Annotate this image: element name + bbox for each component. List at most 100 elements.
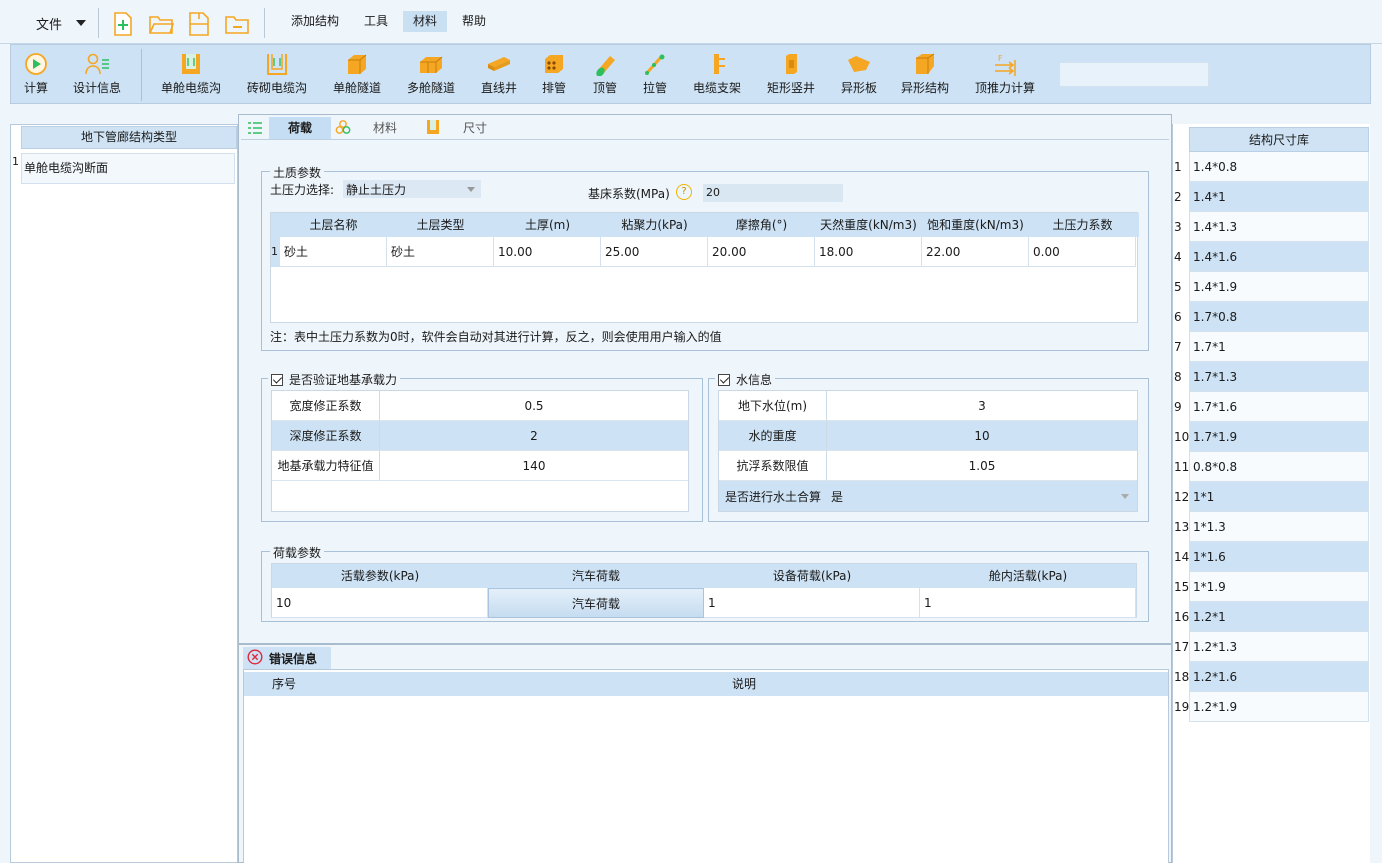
soil-cell[interactable]: 砂土	[387, 237, 494, 267]
size-library-item[interactable]: 1.7*1.3	[1189, 362, 1369, 392]
water-value[interactable]: 3	[827, 391, 1137, 421]
size-library-item[interactable]: 1.4*1.6	[1189, 242, 1369, 272]
size-library-item[interactable]: 1*1.6	[1189, 542, 1369, 572]
size-library-item[interactable]: 1*1.9	[1189, 572, 1369, 602]
soil-cell[interactable]: 0.00	[1029, 237, 1136, 267]
tab-load[interactable]: 荷载	[269, 117, 331, 139]
size-library-item[interactable]: 1.4*1.3	[1189, 212, 1369, 242]
vehicle-load-button[interactable]: 汽车荷载	[488, 588, 704, 618]
tab-materials[interactable]: 材料	[373, 117, 397, 139]
earth-pressure-value: 静止土压力	[346, 182, 407, 197]
help-icon[interactable]: ?	[676, 184, 692, 200]
bearing-checkbox[interactable]	[271, 373, 283, 386]
soil-cell[interactable]: 18.00	[815, 237, 922, 267]
row-number: 7	[1174, 340, 1182, 354]
row-number: 18	[1174, 670, 1190, 684]
size-library-item[interactable]: 1.2*1.6	[1189, 662, 1369, 692]
col-header: 天然重度(kN/m3)	[815, 213, 922, 237]
single-tunnel-button[interactable]: 单舱隧道	[329, 51, 385, 99]
open-folder-icon[interactable]	[148, 11, 174, 37]
error-panel: 错误信息 序号 说明	[238, 644, 1172, 863]
menu-add-structure[interactable]: 添加结构	[281, 11, 349, 32]
water-combine-label: 是否进行水土合算	[725, 489, 822, 504]
jacking-pipe-button[interactable]: 顶管	[589, 51, 621, 99]
rect-shaft-button[interactable]: 矩形竖井	[763, 51, 819, 99]
soil-cell[interactable]: 10.00	[494, 237, 601, 267]
bed-coefficient-label: 基床系数(MPa)	[588, 187, 670, 201]
multi-tunnel-label: 多舱隧道	[406, 81, 455, 95]
push-force-calc-button[interactable]: F 顶推力计算	[971, 51, 1039, 99]
single-tunnel-label: 单舱隧道	[332, 81, 381, 95]
size-library-item[interactable]: 1.4*1.9	[1189, 272, 1369, 302]
bearing-value[interactable]: 0.5	[380, 391, 688, 421]
cable-bracket-button[interactable]: 电缆支架	[689, 51, 745, 99]
structure-type-row[interactable]: 单舱电缆沟断面	[21, 153, 235, 184]
size-library-item[interactable]: 1.7*1.9	[1189, 422, 1369, 452]
load-editor-panel: 荷载 材料 尺寸 土质参数 土压力选择: 静止土压力 基床系数(MPa) ? 2…	[238, 114, 1172, 644]
design-info-button[interactable]: 设计信息	[69, 51, 125, 99]
special-structure-button[interactable]: 异形结构	[897, 51, 953, 99]
water-label: 水的重度	[719, 421, 827, 451]
soil-cell[interactable]: 砂土	[280, 237, 387, 267]
new-file-icon[interactable]	[110, 11, 136, 37]
live-load-cell[interactable]: 10	[272, 588, 488, 618]
size-library-item[interactable]: 1.7*1.6	[1189, 392, 1369, 422]
water-label: 抗浮系数限值	[719, 451, 827, 481]
special-slab-button[interactable]: 异形板	[837, 51, 881, 99]
pipe-icon	[592, 51, 618, 77]
soil-cell[interactable]: 20.00	[708, 237, 815, 267]
error-icon	[247, 648, 263, 668]
size-library-item[interactable]: 1.2*1.9	[1189, 692, 1369, 722]
menu-help[interactable]: 帮助	[452, 11, 496, 32]
structure-type-header: 地下管廊结构类型	[21, 126, 237, 149]
file-menu-label: 文件	[36, 17, 63, 33]
bearing-value[interactable]: 140	[380, 451, 688, 481]
row-number: 11	[1174, 460, 1190, 474]
water-combine-select[interactable]: 是否进行水土合算 是	[719, 481, 1137, 511]
file-menu[interactable]: 文件	[36, 12, 87, 34]
size-library-item[interactable]: 1.2*1.3	[1189, 632, 1369, 662]
pull-pipe-button[interactable]: 拉管	[639, 51, 671, 99]
size-library-item[interactable]: 0.8*0.8	[1189, 452, 1369, 482]
water-value[interactable]: 10	[827, 421, 1137, 451]
size-library-item[interactable]: 1*1	[1189, 482, 1369, 512]
ribbon-search-input[interactable]	[1059, 62, 1209, 87]
single-cable-trench-button[interactable]: 单舱电缆沟	[157, 51, 225, 99]
close-folder-icon[interactable]	[224, 11, 250, 37]
water-checkbox[interactable]	[718, 373, 730, 386]
soil-cell[interactable]: 22.00	[922, 237, 1029, 267]
soil-cell[interactable]: 25.00	[601, 237, 708, 267]
pipe-bank-button[interactable]: 排管	[537, 51, 571, 99]
straight-well-button[interactable]: 直线井	[477, 51, 521, 99]
size-library-item[interactable]: 1*1.3	[1189, 512, 1369, 542]
cabin-live-load-cell[interactable]: 1	[920, 588, 1136, 618]
tab-content: 土质参数 土压力选择: 静止土压力 基床系数(MPa) ? 20 土层名称 土层…	[241, 139, 1169, 642]
size-library-item[interactable]: 1.7*0.8	[1189, 302, 1369, 332]
water-value[interactable]: 1.05	[827, 451, 1137, 481]
menu-materials[interactable]: 材料	[403, 11, 448, 32]
menu-tools[interactable]: 工具	[354, 11, 398, 32]
equipment-load-cell[interactable]: 1	[704, 588, 920, 618]
bed-coefficient-input[interactable]: 20	[703, 184, 843, 202]
calc-button[interactable]: 计算	[19, 51, 53, 99]
water-legend-label: 水信息	[736, 373, 773, 387]
push-force-icon: F	[992, 51, 1018, 77]
tab-size[interactable]: 尺寸	[463, 117, 487, 139]
size-library-item[interactable]: 1.4*1	[1189, 182, 1369, 212]
save-file-icon[interactable]	[186, 11, 212, 37]
brick-cable-trench-button[interactable]: 砖砌电缆沟	[243, 51, 311, 99]
col-header: 活载参数(kPa)	[272, 564, 488, 588]
tab-error-info[interactable]: 错误信息	[243, 647, 331, 669]
earth-pressure-select[interactable]: 静止土压力	[343, 180, 481, 198]
error-table-header: 序号 说明	[244, 672, 1168, 696]
row-number: 1	[1174, 160, 1182, 174]
size-library-item[interactable]: 1.2*1	[1189, 602, 1369, 632]
multi-tunnel-button[interactable]: 多舱隧道	[403, 51, 459, 99]
brick-cable-trench-label: 砖砌电缆沟	[246, 81, 307, 95]
size-library-item[interactable]: 1.4*0.8	[1189, 152, 1369, 182]
error-table: 序号 说明	[243, 669, 1169, 863]
rect-shaft-label: 矩形竖井	[766, 81, 815, 95]
size-library-item[interactable]: 1.7*1	[1189, 332, 1369, 362]
bearing-value[interactable]: 2	[380, 421, 688, 451]
row-number: 17	[1174, 640, 1190, 654]
